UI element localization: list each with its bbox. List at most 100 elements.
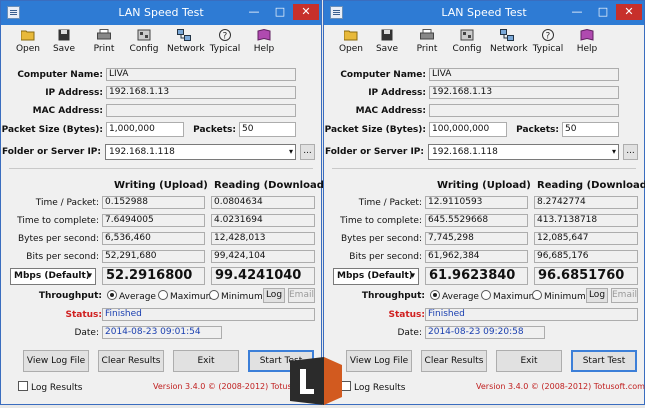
help-button[interactable]: Help xyxy=(570,27,604,59)
save-button[interactable]: Save xyxy=(47,27,81,59)
date-field: 2014-08-23 09:01:54 xyxy=(102,326,222,339)
packet-size-input[interactable]: 100,000,000 xyxy=(429,122,507,137)
status-field: Finished xyxy=(102,308,315,321)
write-bits-sec-field: 61,962,384 xyxy=(425,250,528,263)
computer-name-field: LIVA xyxy=(429,68,619,81)
radio-icon xyxy=(209,290,219,300)
mac-address-label: MAC Address: xyxy=(32,106,103,116)
log-results-checkbox[interactable]: Log Results xyxy=(18,381,82,393)
email-button[interactable]: Email xyxy=(611,288,638,303)
email-button[interactable]: Email xyxy=(288,288,315,303)
print-label: Print xyxy=(416,44,438,54)
watermark-logo xyxy=(284,357,348,405)
typical-button[interactable]: ? Typical xyxy=(208,27,242,59)
write-mbps-field: 52.2916800 xyxy=(102,267,205,285)
lan-speed-test-window-2: LAN Speed Test — □ ✕ Open Save Print Con… xyxy=(323,0,645,405)
computer-name-label: Computer Name: xyxy=(17,70,103,80)
average-radio[interactable]: Average xyxy=(107,290,156,302)
question-icon: ? xyxy=(541,29,555,43)
exit-button[interactable]: Exit xyxy=(496,350,562,372)
server-ip-combo[interactable]: 192.168.1.118 ▾ xyxy=(428,144,619,160)
view-log-file-button[interactable]: View Log File xyxy=(23,350,89,372)
maximize-button[interactable]: □ xyxy=(592,4,614,20)
log-button[interactable]: Log xyxy=(586,288,608,303)
bytes-sec-label: Bytes per second: xyxy=(17,234,99,244)
units-select[interactable]: Mbps (Default) ▾ xyxy=(333,268,419,285)
read-mbps-field: 99.4241040 xyxy=(211,267,315,285)
mac-address-field xyxy=(106,104,296,117)
view-log-file-button[interactable]: View Log File xyxy=(346,350,412,372)
floppy-icon xyxy=(57,29,71,43)
time-complete-label: Time to complete: xyxy=(17,216,99,226)
browse-button[interactable]: ... xyxy=(623,144,638,160)
write-bytes-sec-field: 6,536,460 xyxy=(102,232,205,245)
read-mbps-field: 96.6851760 xyxy=(534,267,638,285)
version-text: Version 3.4.0 © (2008-2012) Totusoft.com xyxy=(476,382,645,391)
maximum-radio[interactable]: Maximum xyxy=(158,290,214,302)
packet-size-input[interactable]: 1,000,000 xyxy=(106,122,184,137)
maximum-radio[interactable]: Maximum xyxy=(481,290,537,302)
print-button[interactable]: Print xyxy=(87,27,121,59)
chevron-down-icon: ▾ xyxy=(87,271,92,281)
close-button[interactable]: ✕ xyxy=(293,4,319,20)
open-button[interactable]: Open xyxy=(11,27,45,59)
help-label: Help xyxy=(253,44,275,54)
save-label: Save xyxy=(375,44,399,54)
network-button[interactable]: Network xyxy=(490,27,528,59)
minimize-button[interactable]: — xyxy=(566,4,588,20)
minimum-radio[interactable]: Minimum xyxy=(532,290,586,302)
close-button[interactable]: ✕ xyxy=(616,4,642,20)
maximize-button[interactable]: □ xyxy=(269,4,291,20)
minimum-radio[interactable]: Minimum xyxy=(209,290,263,302)
clear-results-button[interactable]: Clear Results xyxy=(98,350,164,372)
print-label: Print xyxy=(93,44,115,54)
version-label: Version 3.4.0 xyxy=(153,382,206,391)
exit-button[interactable]: Exit xyxy=(173,350,239,372)
packet-size-label: Packet Size (Bytes): xyxy=(324,125,426,135)
save-label: Save xyxy=(52,44,76,54)
open-label: Open xyxy=(338,44,364,54)
date-label: Date: xyxy=(397,328,422,338)
writing-header: Writing (Upload) xyxy=(437,180,531,191)
computer-name-field: LIVA xyxy=(106,68,296,81)
log-button[interactable]: Log xyxy=(263,288,285,303)
start-test-button[interactable]: Start Test xyxy=(571,350,637,372)
write-bits-sec-field: 52,291,680 xyxy=(102,250,205,263)
clear-results-button[interactable]: Clear Results xyxy=(421,350,487,372)
average-label: Average xyxy=(442,292,479,302)
save-button[interactable]: Save xyxy=(370,27,404,59)
status-label: Status: xyxy=(65,310,102,320)
network-button[interactable]: Network xyxy=(167,27,205,59)
time-complete-label: Time to complete: xyxy=(340,216,422,226)
print-button[interactable]: Print xyxy=(410,27,444,59)
packets-label: Packets: xyxy=(193,125,236,135)
config-label: Config xyxy=(452,44,482,54)
average-radio[interactable]: Average xyxy=(430,290,479,302)
server-ip-combo[interactable]: 192.168.1.118 ▾ xyxy=(105,144,296,160)
log-results-checkbox[interactable]: Log Results xyxy=(341,381,405,393)
open-button[interactable]: Open xyxy=(334,27,368,59)
packet-size-label: Packet Size (Bytes): xyxy=(1,125,103,135)
minimize-button[interactable]: — xyxy=(243,4,265,20)
config-button[interactable]: Config xyxy=(127,27,161,59)
browse-button[interactable]: ... xyxy=(300,144,315,160)
reading-header: Reading (Download) xyxy=(537,180,645,191)
mac-address-label: MAC Address: xyxy=(355,106,426,116)
read-bytes-sec-field: 12,428,013 xyxy=(211,232,315,245)
config-button[interactable]: Config xyxy=(450,27,484,59)
units-select-value: Mbps (Default) xyxy=(337,271,413,281)
units-select[interactable]: Mbps (Default) ▾ xyxy=(10,268,96,285)
help-button[interactable]: Help xyxy=(247,27,281,59)
svg-text:?: ? xyxy=(223,32,228,42)
typical-button[interactable]: ? Typical xyxy=(531,27,565,59)
version-label: Version 3.4.0 xyxy=(476,382,529,391)
chevron-down-icon: ▾ xyxy=(410,271,415,281)
packets-input[interactable]: 50 xyxy=(239,122,296,137)
throughput-label: Throughput: xyxy=(361,291,425,301)
status-field: Finished xyxy=(425,308,638,321)
divider xyxy=(332,168,636,169)
time-packet-label: Time / Packet: xyxy=(35,198,99,208)
config-icon xyxy=(460,29,474,43)
write-time-packet-field: 12.9110593 xyxy=(425,196,528,209)
packets-input[interactable]: 50 xyxy=(562,122,619,137)
